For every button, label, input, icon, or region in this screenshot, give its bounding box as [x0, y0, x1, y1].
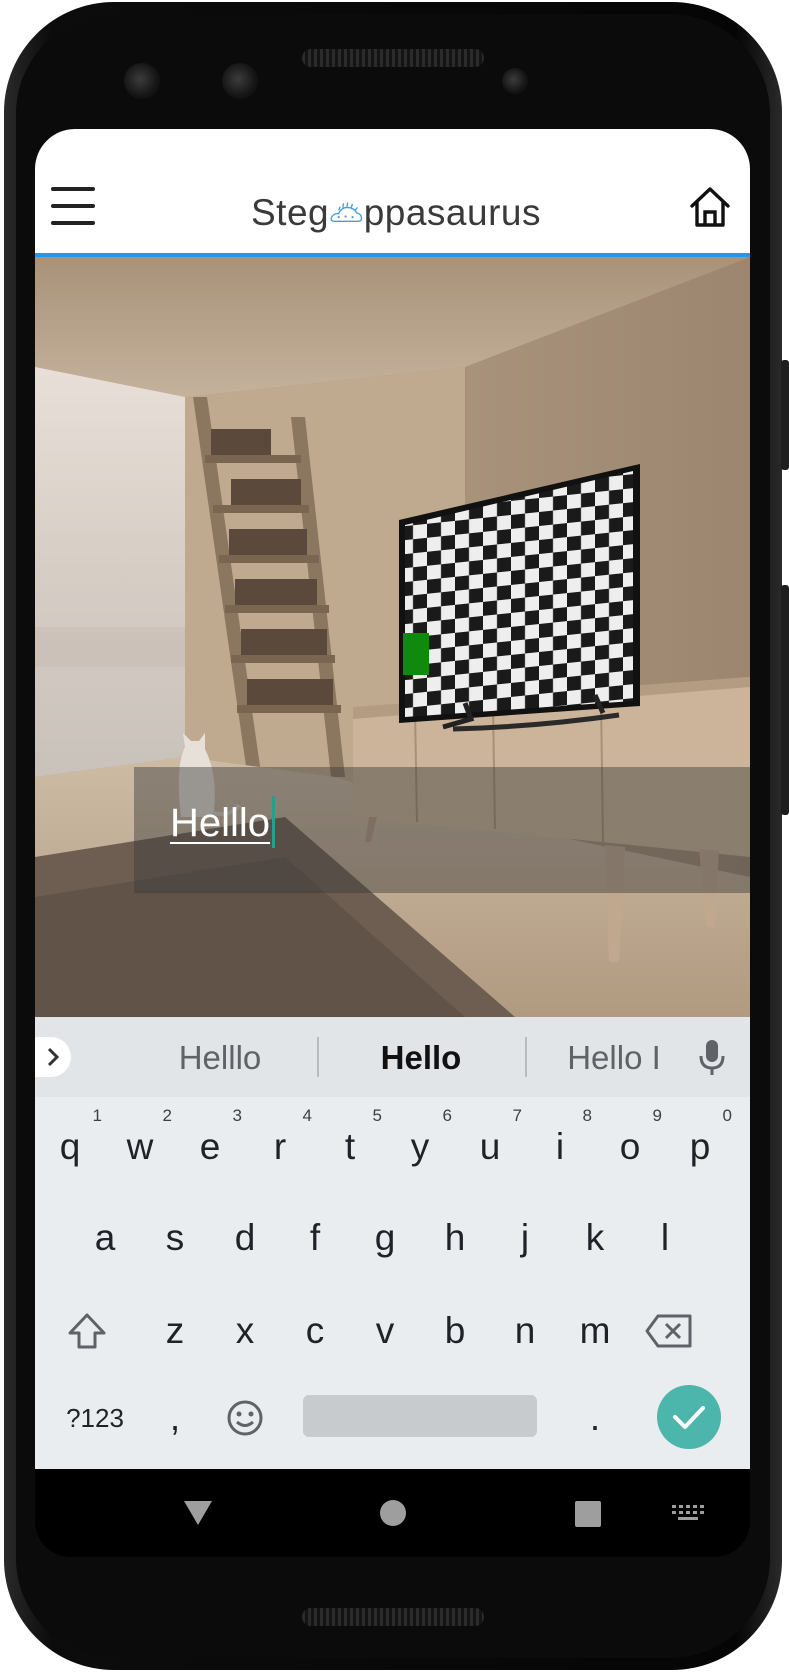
power-button [781, 360, 789, 470]
key-x[interactable]: x [215, 1292, 275, 1370]
soft-keyboard: Helllo Hello Hello I q1 w2 e3 r4 t5 y 6 … [35, 1017, 750, 1469]
app-logo: Steg ppasaurus [251, 191, 541, 235]
key-d[interactable]: d [215, 1199, 275, 1277]
key-t[interactable]: t5 [320, 1106, 382, 1186]
logo-suffix: ppasaurus [363, 192, 541, 233]
key-v[interactable]: v [355, 1292, 415, 1370]
key-g[interactable]: g [355, 1199, 415, 1277]
hamburger-menu-icon[interactable] [51, 187, 95, 225]
suggestion-1[interactable]: Helllo [125, 1039, 315, 1077]
app-bar: Steg ppasaurus [35, 129, 750, 253]
room-image [35, 257, 750, 1017]
key-q[interactable]: q1 [40, 1106, 102, 1186]
suggestion-3[interactable]: Hello I [529, 1039, 699, 1077]
input-value: Helllo [170, 801, 271, 845]
image-canvas[interactable]: Helllo [35, 257, 750, 1017]
key-c[interactable]: c [285, 1292, 345, 1370]
text-caret [272, 796, 276, 849]
phone-frame: Steg ppasaurus Helllo Helllo Hello Hello… [0, 0, 789, 1674]
key-o[interactable]: o9 [600, 1106, 662, 1186]
symbols-key[interactable]: ?123 [53, 1379, 137, 1457]
bottom-speaker [302, 1608, 484, 1626]
key-z[interactable]: z [145, 1292, 205, 1370]
recents-icon[interactable] [574, 1500, 602, 1533]
suggestion-strip: Helllo Hello Hello I [35, 1017, 750, 1097]
system-nav-bar [35, 1469, 750, 1557]
key-y[interactable]: y6 [390, 1106, 452, 1186]
screen: Steg ppasaurus Helllo Helllo Hello Hello… [35, 129, 750, 1557]
key-u[interactable]: u7 [460, 1106, 522, 1186]
text-overlay-box[interactable]: Helllo [134, 767, 750, 893]
emoji-key[interactable] [215, 1379, 275, 1457]
shift-key[interactable] [57, 1292, 117, 1370]
key-e[interactable]: e3 [180, 1106, 242, 1186]
sensor-icon [502, 68, 528, 94]
space-bar[interactable] [303, 1395, 537, 1437]
enter-button[interactable] [657, 1385, 721, 1449]
checkmark-icon [673, 1406, 705, 1429]
hidden-message-input[interactable]: Helllo [170, 796, 276, 849]
top-speaker [302, 49, 484, 67]
comma-key[interactable]: , [145, 1379, 205, 1457]
key-p[interactable]: p0 [670, 1106, 732, 1186]
home-icon[interactable] [689, 185, 731, 229]
key-s[interactable]: s [145, 1199, 205, 1277]
key-a[interactable]: a [75, 1199, 135, 1277]
key-h[interactable]: h [425, 1199, 485, 1277]
logo-prefix: Steg [251, 192, 330, 233]
key-j[interactable]: j [495, 1199, 555, 1277]
key-i[interactable]: i8 [530, 1106, 592, 1186]
suggestion-2[interactable]: Hello [321, 1039, 521, 1077]
shift-icon [68, 1313, 106, 1349]
key-w[interactable]: w2 [110, 1106, 172, 1186]
suggestion-divider [525, 1037, 527, 1077]
back-icon[interactable] [182, 1499, 214, 1532]
volume-button [781, 585, 789, 815]
keyboard-switcher-icon[interactable] [672, 1505, 704, 1526]
front-camera-icon [222, 63, 258, 99]
key-r[interactable]: r4 [250, 1106, 312, 1186]
backspace-icon [645, 1314, 692, 1348]
microphone-icon[interactable] [697, 1037, 727, 1077]
suggestion-divider [317, 1037, 319, 1077]
key-m[interactable]: m [565, 1292, 625, 1370]
key-l[interactable]: l [635, 1199, 695, 1277]
key-n[interactable]: n [495, 1292, 555, 1370]
key-k[interactable]: k [565, 1199, 625, 1277]
key-b[interactable]: b [425, 1292, 485, 1370]
period-key[interactable]: . [565, 1379, 625, 1457]
home-circle-icon[interactable] [379, 1499, 407, 1532]
key-f[interactable]: f [285, 1199, 345, 1277]
emoji-icon [227, 1400, 263, 1436]
backspace-key[interactable] [639, 1292, 699, 1370]
front-camera-icon [124, 63, 160, 99]
stegosaurus-logo-icon [330, 202, 363, 222]
expand-toolbar-chevron-icon[interactable] [35, 1037, 71, 1077]
